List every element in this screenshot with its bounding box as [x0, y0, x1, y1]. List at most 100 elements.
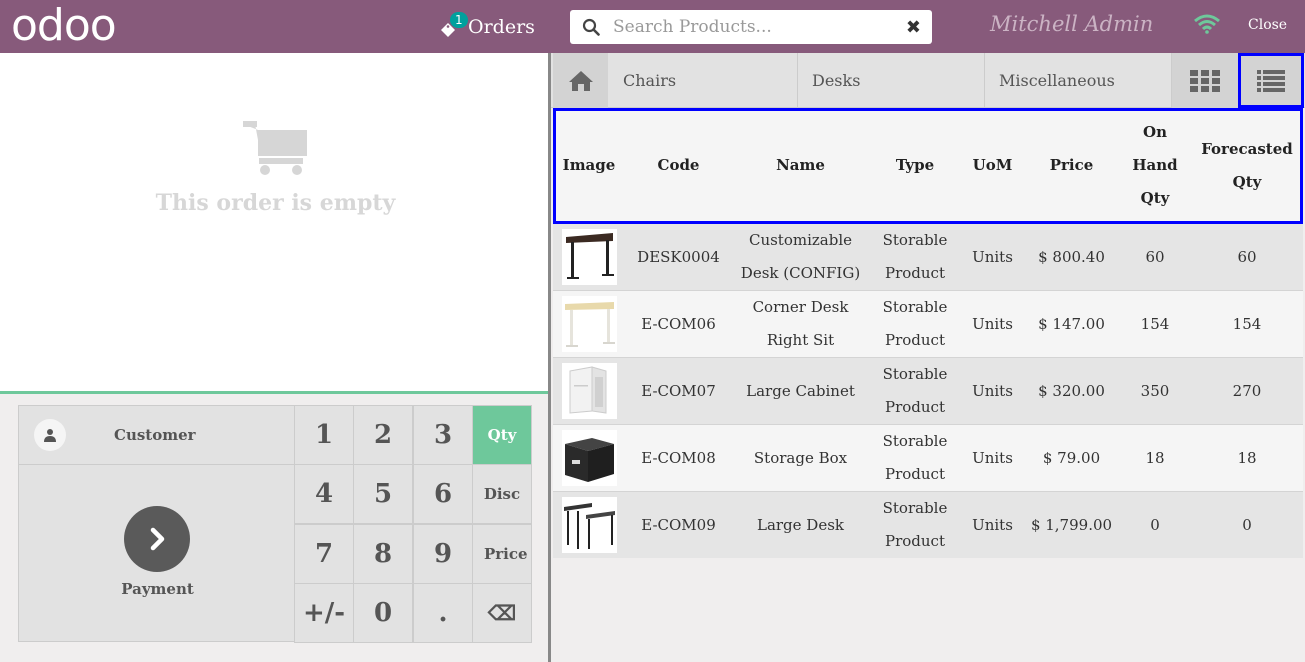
- product-onhand-qty: 350: [1119, 357, 1191, 425]
- product-forecasted-qty: 18: [1191, 424, 1303, 492]
- cashier-name[interactable]: Mitchell Admin: [990, 12, 1153, 36]
- product-image-cell: [553, 357, 625, 425]
- product-forecasted-qty: 0: [1191, 491, 1303, 558]
- top-bar: odoo 1 Orders ✖ Mitchell Admin Close: [0, 0, 1305, 53]
- product-forecasted-qty: 270: [1191, 357, 1303, 425]
- product-image: [561, 363, 617, 419]
- empty-order-text: This order is empty: [155, 190, 396, 216]
- search-icon: [582, 18, 600, 36]
- key-7[interactable]: 7: [294, 524, 354, 584]
- header-type: Type: [895, 156, 935, 174]
- product-row[interactable]: E-COM07 Large Cabinet Storable Product U…: [553, 357, 1303, 425]
- category-miscellaneous[interactable]: Miscellaneous: [985, 53, 1172, 108]
- product-price: $ 147.00: [1024, 290, 1119, 358]
- product-image: [561, 229, 617, 285]
- product-onhand-qty: 18: [1119, 424, 1191, 492]
- payment-label: Payment: [121, 580, 194, 598]
- plus-minus-key[interactable]: +/-: [294, 583, 354, 643]
- key-5[interactable]: 5: [353, 464, 413, 524]
- control-pad: Customer Payment 1 2 3 Qty 4 5 6 Disc 7 …: [0, 394, 548, 662]
- product-image-cell: [553, 491, 625, 558]
- category-chairs[interactable]: Chairs: [609, 53, 798, 108]
- home-category-button[interactable]: [553, 53, 608, 108]
- product-row[interactable]: DESK0004 Customizable Desk (CONFIG) Stor…: [553, 223, 1303, 291]
- price-mode-button[interactable]: Price: [472, 524, 532, 584]
- customer-button[interactable]: Customer: [18, 405, 295, 465]
- product-name: Storage Box: [732, 424, 869, 492]
- odoo-logo: odoo: [11, 0, 117, 51]
- product-uom: Units: [961, 223, 1024, 291]
- product-row[interactable]: E-COM09 Large Desk Storable Product Unit…: [553, 491, 1303, 558]
- product-list-table: Image Code Name Type UoM Price On Hand Q…: [553, 108, 1303, 558]
- order-pane: This order is empty Customer Payment 1 2: [0, 53, 551, 662]
- grid-view-button[interactable]: [1172, 53, 1238, 108]
- product-forecasted-qty: 60: [1191, 223, 1303, 291]
- product-type: Storable Product: [869, 223, 961, 291]
- grid-icon: [1190, 69, 1220, 92]
- header-forecasted-qty: Forecasted Qty: [1201, 139, 1293, 191]
- product-image: [561, 497, 617, 553]
- chevron-right-icon: [124, 506, 190, 572]
- product-type: Storable Product: [869, 290, 961, 358]
- product-uom: Units: [961, 424, 1024, 492]
- customer-label: Customer: [114, 426, 196, 444]
- disc-mode-button[interactable]: Disc: [472, 464, 532, 524]
- product-price: $ 79.00: [1024, 424, 1119, 492]
- backspace-icon[interactable]: ⌫: [472, 583, 532, 643]
- product-price: $ 800.40: [1024, 223, 1119, 291]
- product-name: Large Cabinet: [732, 357, 869, 425]
- list-view-button[interactable]: [1238, 53, 1304, 108]
- product-type: Storable Product: [869, 491, 961, 558]
- product-onhand-qty: 60: [1119, 223, 1191, 291]
- header-name: Name: [776, 156, 825, 174]
- category-desks[interactable]: Desks: [798, 53, 985, 108]
- product-row[interactable]: E-COM08 Storage Box Storable Product Uni…: [553, 424, 1303, 492]
- key-8[interactable]: 8: [353, 524, 413, 584]
- product-uom: Units: [961, 491, 1024, 558]
- product-price: $ 1,799.00: [1024, 491, 1119, 558]
- shopping-cart-icon: [242, 121, 307, 175]
- product-type: Storable Product: [869, 424, 961, 492]
- numpad: 1 2 3 Qty 4 5 6 Disc 7 8 9 Price +/- 0 .…: [294, 405, 532, 643]
- key-2[interactable]: 2: [353, 405, 413, 465]
- clear-search-icon[interactable]: ✖: [906, 17, 921, 38]
- key-1[interactable]: 1: [294, 405, 354, 465]
- close-button[interactable]: Close: [1248, 17, 1287, 33]
- orders-label: Orders: [468, 16, 535, 38]
- category-bar: Chairs Desks Miscellaneous: [551, 53, 1305, 108]
- header-uom: UoM: [972, 156, 1013, 174]
- header-image: Image: [562, 156, 616, 174]
- key-6[interactable]: 6: [413, 464, 473, 524]
- product-image: [561, 296, 617, 352]
- search-box: ✖: [570, 10, 932, 44]
- decimal-key[interactable]: .: [413, 583, 473, 643]
- key-4[interactable]: 4: [294, 464, 354, 524]
- product-forecasted-qty: 154: [1191, 290, 1303, 358]
- product-code: DESK0004: [625, 223, 732, 291]
- header-price: Price: [1049, 156, 1094, 174]
- product-onhand-qty: 154: [1119, 290, 1191, 358]
- product-row[interactable]: E-COM06 Corner Desk Right Sit Storable P…: [553, 290, 1303, 358]
- home-icon: [568, 70, 593, 91]
- list-icon: [1257, 69, 1285, 92]
- payment-button[interactable]: Payment: [18, 465, 295, 642]
- product-code: E-COM08: [625, 424, 732, 492]
- wifi-icon: [1194, 14, 1220, 34]
- product-code: E-COM07: [625, 357, 732, 425]
- product-code: E-COM09: [625, 491, 732, 558]
- product-image: [561, 430, 617, 486]
- products-pane: Chairs Desks Miscellaneous Image Code Na…: [551, 53, 1305, 662]
- orders-button[interactable]: 1 Orders: [438, 12, 535, 42]
- key-9[interactable]: 9: [413, 524, 473, 584]
- key-3[interactable]: 3: [413, 405, 473, 465]
- product-type: Storable Product: [869, 357, 961, 425]
- key-0[interactable]: 0: [353, 583, 413, 643]
- user-icon: [34, 419, 66, 451]
- empty-order: This order is empty: [0, 118, 551, 216]
- qty-mode-button[interactable]: Qty: [472, 405, 532, 465]
- table-header-row: Image Code Name Type UoM Price On Hand Q…: [553, 108, 1303, 224]
- product-onhand-qty: 0: [1119, 491, 1191, 558]
- search-input[interactable]: [613, 17, 903, 37]
- product-code: E-COM06: [625, 290, 732, 358]
- header-code: Code: [657, 156, 700, 174]
